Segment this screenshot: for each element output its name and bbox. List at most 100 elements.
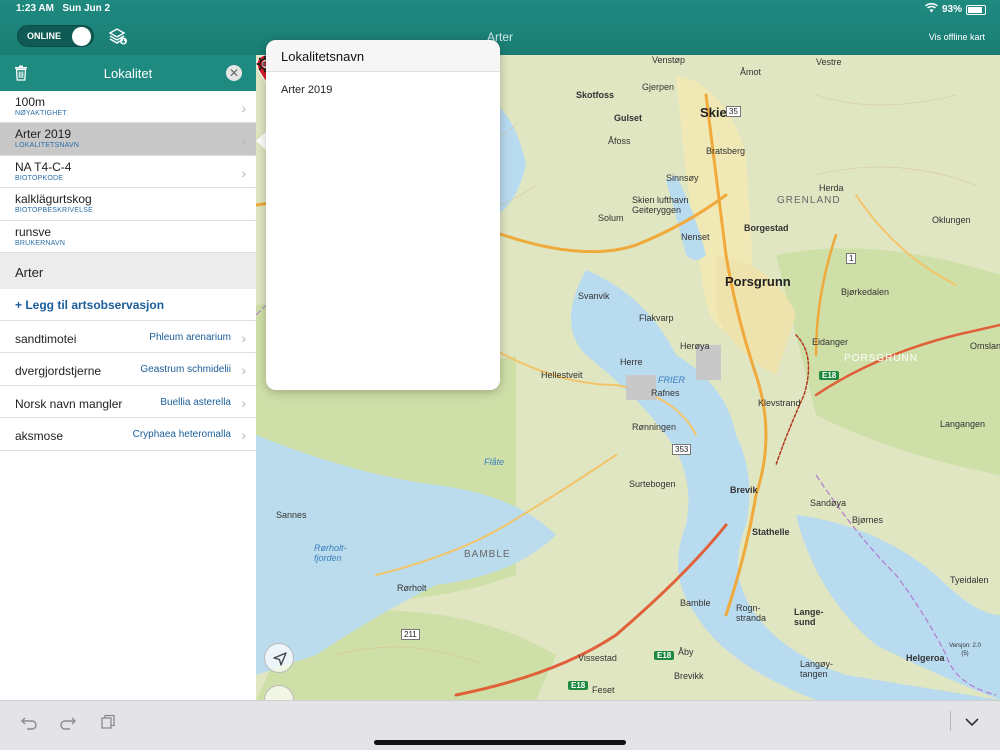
- property-locality-name[interactable]: Arter 2019 LOKALITETSNAVN ›: [0, 123, 256, 156]
- map-label: Lange-sund: [794, 607, 824, 627]
- species-latin-name: Buellia asterella: [160, 396, 231, 408]
- property-value: 100m: [15, 95, 46, 109]
- chevron-right-icon: ›: [241, 362, 246, 379]
- map-label: Skotfoss: [576, 90, 615, 100]
- property-accuracy[interactable]: 100m NØYAKTIGHET ›: [0, 91, 256, 124]
- property-value: Arter 2019: [15, 127, 72, 142]
- map-label-water: Rørholt-fjorden: [314, 543, 347, 563]
- map-label: Vissestad: [578, 653, 617, 663]
- map-label: Gulset: [614, 113, 643, 123]
- property-username: runsve BRUKERNAVN: [0, 221, 256, 253]
- map-label: Sinnsøy: [666, 173, 699, 183]
- popover-arrow: [256, 132, 266, 150]
- map-label: Herøya: [680, 341, 710, 351]
- nav-title: Arter: [486, 30, 513, 44]
- map-label: Vestre: [816, 57, 842, 67]
- species-row[interactable]: Norsk navn mangler Buellia asterella ›: [0, 386, 256, 419]
- map-label: Åmot: [740, 67, 762, 77]
- sidebar-title: Lokalitet: [103, 66, 153, 81]
- map-label: Herda: [819, 183, 844, 193]
- map-label: Stathelle: [752, 527, 790, 537]
- chevron-down-icon[interactable]: [963, 713, 981, 731]
- road-shield-e18: E18: [568, 681, 589, 690]
- map-label: Brevik: [730, 485, 758, 495]
- species-latin-name: Phleum arenarium: [149, 331, 231, 343]
- road-shield: 211: [401, 629, 420, 640]
- chevron-right-icon: ›: [241, 132, 246, 149]
- map-label-region: BAMBLE: [464, 549, 511, 560]
- map-label: Brevikk: [674, 671, 704, 681]
- close-icon[interactable]: ✕: [226, 65, 242, 81]
- property-label: BIOTOPKODE: [15, 174, 64, 182]
- road-shield: 353: [672, 444, 692, 455]
- chevron-right-icon: ›: [241, 164, 246, 181]
- map-label: Oklungen: [932, 215, 971, 225]
- map-label: Feset: [592, 685, 615, 695]
- map-label: Helgeroa: [906, 653, 945, 663]
- map-label: Eidanger: [812, 337, 849, 347]
- version-label: Versjon: 2.0 (5): [949, 643, 981, 657]
- map-label: Bjørnes: [852, 515, 884, 525]
- map-label: Rønningen: [632, 422, 677, 432]
- map-label: Gjerpen: [642, 82, 675, 92]
- map-label: Hellestveit: [541, 370, 583, 380]
- map-label-porsgrunn: Porsgrunn: [725, 274, 791, 289]
- property-value: kalklägurtskog: [15, 192, 92, 207]
- sidebar-header: Lokalitet ✕: [0, 55, 256, 91]
- species-common-name: dvergjordstjerne: [15, 364, 102, 379]
- road-shield: 1: [846, 253, 857, 264]
- map-label-region: PORSGRUNN: [844, 353, 919, 364]
- species-common-name: aksmose: [15, 429, 64, 444]
- sidebar: Lokalitet ✕ 100m NØYAKTIGHET › Arter 201…: [0, 55, 256, 700]
- property-biotope-code[interactable]: NA T4-C-4 BIOTOPKODE ›: [0, 156, 256, 189]
- species-latin-name: Geastrum schmidelii: [140, 364, 231, 376]
- map-label: Skien lufthavn Geiteryggen: [632, 195, 689, 215]
- map-label: Bamble: [680, 598, 711, 608]
- map-label: Rørholt: [397, 583, 427, 593]
- property-label: LOKALITETSNAVN: [15, 142, 80, 150]
- map-label: Åby: [678, 647, 694, 657]
- property-value: NA T4-C-4: [15, 159, 72, 174]
- redo-icon[interactable]: [59, 713, 77, 731]
- chevron-right-icon: ›: [241, 394, 246, 411]
- chevron-right-icon: ›: [241, 329, 246, 346]
- species-row[interactable]: aksmose Cryphaea heteromalla ›: [0, 418, 256, 451]
- locate-me-button[interactable]: [264, 643, 294, 673]
- map-label: Venstøp: [652, 55, 686, 65]
- map-label: Solum: [598, 213, 624, 223]
- species-common-name: sandtimotei: [15, 331, 77, 346]
- add-observation-button[interactable]: + Legg til artsobservasjon: [0, 289, 256, 321]
- map-label: Langøy-tangen: [800, 659, 834, 679]
- road-shield-e18: E18: [819, 371, 840, 380]
- property-value: runsve: [15, 224, 52, 239]
- species-row[interactable]: sandtimotei Phleum arenarium ›: [0, 321, 256, 354]
- toolbar-divider: [950, 711, 951, 731]
- copy-icon[interactable]: [99, 713, 117, 731]
- species-common-name: Norsk navn mangler: [15, 396, 123, 411]
- property-label: BRUKERNAVN: [15, 239, 66, 247]
- chevron-right-icon: ›: [241, 427, 246, 444]
- undo-icon[interactable]: [20, 713, 38, 731]
- map-label: Bjørkedalen: [841, 287, 890, 297]
- property-label: NØYAKTIGHET: [15, 110, 67, 117]
- map-label: Herre: [620, 357, 643, 367]
- home-indicator: [374, 740, 626, 745]
- map-label: Flakvarp: [639, 313, 674, 323]
- species-row[interactable]: dvergjordstjerne Geastrum schmidelii ›: [0, 353, 256, 386]
- top-bar: 1:23 AM Sun Jun 2 93% ONLINE Arter Vis o…: [0, 0, 1000, 55]
- locality-name-input[interactable]: [281, 84, 481, 96]
- map-label: Rogn-stranda: [736, 603, 767, 623]
- offline-map-link[interactable]: Vis offline kart: [929, 32, 985, 42]
- chevron-right-icon: ›: [241, 100, 246, 116]
- map-label: Sandøya: [810, 498, 847, 508]
- map-label: Borgestad: [744, 223, 789, 233]
- popover-title: Lokalitetsnavn: [266, 40, 500, 72]
- map-label-region: GRENLAND: [777, 195, 841, 206]
- status-time: 1:23 AM Sun Jun 2: [16, 3, 111, 14]
- map-label-water: Flåte: [484, 457, 505, 467]
- map-label: Klevstrand: [758, 398, 801, 408]
- map-label: Surtebogen: [629, 479, 676, 489]
- map-label: Svanvik: [578, 291, 610, 301]
- status-right: 93%: [924, 2, 986, 16]
- species-section-header: Arter: [0, 252, 256, 289]
